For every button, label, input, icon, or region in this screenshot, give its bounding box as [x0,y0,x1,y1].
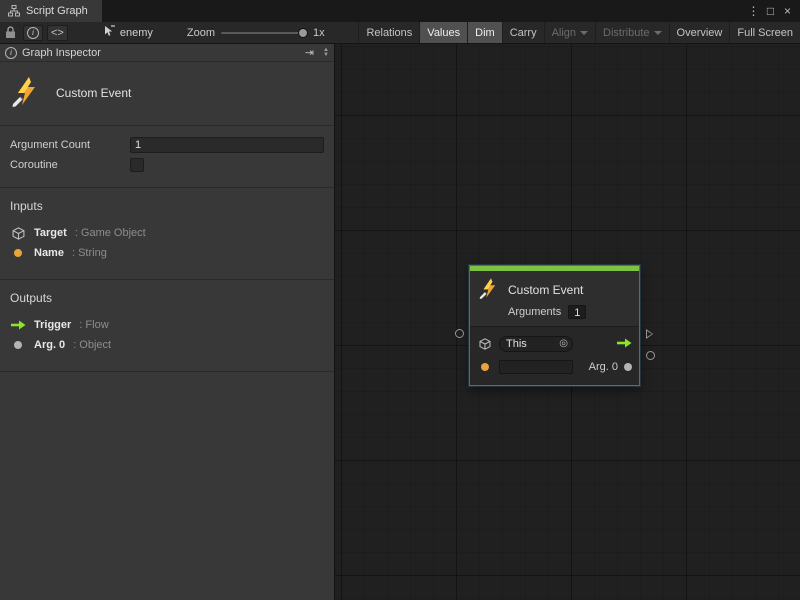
unit-title: Custom Event [56,86,131,100]
tab-script-graph[interactable]: Script Graph [0,0,102,22]
lock-icon[interactable] [0,22,21,43]
string-port-icon [10,249,26,257]
target-value: This [506,338,527,350]
graph-canvas[interactable]: Custom Event Arguments 1 This ◎ [335,44,800,600]
node-title: Custom Event [508,283,583,297]
node-arg0-row: Arg. 0 [477,357,632,377]
io-type: : Flow [79,319,108,331]
arg0-input[interactable] [499,360,573,374]
toolbar-buttons: Relations Values Dim Carry Align Distrib… [358,22,800,43]
object-picker-icon[interactable]: ◎ [559,339,568,349]
close-icon[interactable]: × [779,0,796,22]
io-name: Target [34,227,67,239]
io-type: : String [72,247,107,259]
values-button[interactable]: Values [419,22,467,43]
dim-button[interactable]: Dim [467,22,502,43]
relations-button[interactable]: Relations [358,22,419,43]
window-menu-icon[interactable]: ⋮ [745,0,762,22]
zoom-slider-knob[interactable] [298,28,308,38]
maximize-icon[interactable]: □ [762,0,779,22]
outputs-title: Outputs [10,291,324,305]
arguments-label: Arguments [508,306,561,318]
chevron-down-icon [654,31,662,35]
zoom-slider[interactable] [221,32,307,34]
argument-count-row: Argument Count [10,135,324,155]
custom-event-icon [478,277,500,302]
input-row-name: Name : String [10,243,324,263]
custom-event-icon [10,75,42,110]
flow-arrow-icon [616,338,632,351]
node-body: This ◎ Arg. 0 [470,326,639,385]
overview-button[interactable]: Overview [669,22,730,43]
chevron-down-icon [580,31,588,35]
toolbar: i <> enemy Zoom 1x Relations Values Dim … [0,22,800,44]
info-icon: i [5,47,17,59]
zoom-control: Zoom 1x [187,27,325,39]
unit-header: Custom Event [0,62,334,126]
panel-stepper[interactable]: ▲ ▼ [323,48,329,58]
dock-panel-icon[interactable]: ⇥ [305,46,314,59]
custom-event-node[interactable]: Custom Event Arguments 1 This ◎ [469,265,640,386]
node-header[interactable]: Custom Event Arguments 1 [470,271,639,326]
align-dropdown[interactable]: Align [544,22,595,43]
pointer-icon [104,25,115,40]
carry-button[interactable]: Carry [502,22,544,43]
outputs-section: Outputs Trigger : Flow Arg. 0 : Object [0,280,334,372]
node-target-row: This ◎ [477,334,632,354]
inputs-section: Inputs Target : Game Object Name : Strin… [0,188,334,280]
string-port-icon [477,363,493,371]
unit-fields: Argument Count Coroutine [0,126,334,188]
window-controls: ⋮ □ × [745,0,800,22]
code-view-button[interactable]: <> [47,25,68,41]
io-name: Arg. 0 [34,339,65,351]
zoom-label: Zoom [187,27,215,39]
argument-count-input[interactable] [130,137,324,153]
arg0-label: Arg. 0 [589,361,618,373]
arguments-value[interactable]: 1 [568,305,586,319]
coroutine-label: Coroutine [10,159,130,171]
object-port-icon [10,341,26,349]
node-flow-output-port[interactable] [646,329,653,339]
zoom-value: 1x [313,27,325,39]
stepper-down-icon[interactable]: ▼ [323,53,329,58]
coroutine-row: Coroutine [10,155,324,175]
script-graph-icon [8,5,20,17]
node-arg0-output-port[interactable] [646,351,655,360]
graph-name-label: enemy [120,27,153,39]
game-object-cube-icon [10,227,26,240]
output-row-trigger: Trigger : Flow [10,315,324,335]
flow-arrow-icon [10,320,26,330]
full-screen-button[interactable]: Full Screen [729,22,800,43]
graph-inspector-header: i Graph Inspector ⇥ ▲ ▼ [0,44,334,62]
io-name: Trigger [34,319,71,331]
object-port-icon [624,363,632,371]
io-type: : Game Object [75,227,146,239]
input-row-target: Target : Game Object [10,223,324,243]
coroutine-checkbox[interactable] [130,158,144,172]
io-name: Name [34,247,64,259]
code-icon: <> [51,27,64,39]
graph-inspector-title: Graph Inspector [22,47,101,59]
inputs-title: Inputs [10,199,324,213]
distribute-dropdown[interactable]: Distribute [595,22,668,43]
output-row-arg0: Arg. 0 : Object [10,335,324,355]
node-input-port[interactable] [455,329,464,338]
tab-label: Script Graph [26,5,88,17]
info-icon: i [27,27,39,39]
io-type: : Object [73,339,111,351]
info-button[interactable]: i [23,25,43,41]
target-object-select[interactable]: This ◎ [499,336,573,352]
graph-name[interactable]: enemy [104,25,153,40]
argument-count-label: Argument Count [10,139,130,151]
game-object-cube-icon [477,338,493,350]
titlebar: Script Graph ⋮ □ × [0,0,800,22]
graph-inspector-panel: i Graph Inspector ⇥ ▲ ▼ Custom Event Arg… [0,44,335,600]
